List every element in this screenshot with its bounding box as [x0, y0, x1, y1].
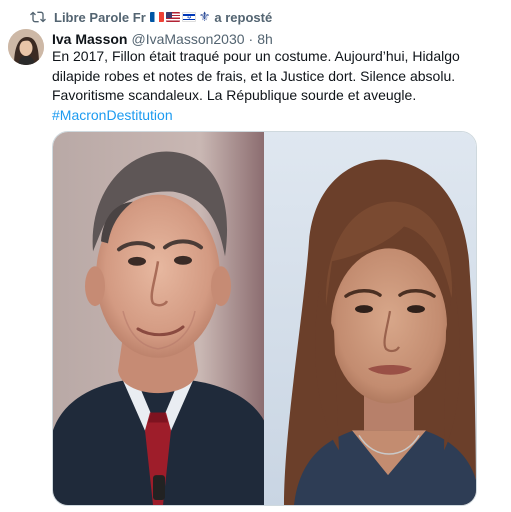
- tweet-header: Iva Masson @IvaMasson2030 · 8h: [52, 29, 273, 49]
- photo-woman-brown-hair[interactable]: [264, 132, 476, 505]
- tweet-text: En 2017, Fillon était traqué pour un cos…: [52, 47, 492, 125]
- hashtag-link[interactable]: #MacronDestitution: [52, 107, 173, 123]
- author-display-name[interactable]: Iva Masson: [52, 31, 127, 47]
- tweet-card[interactable]: Libre Parole Fr ✡ ⚜ a reposté Iva Masson…: [0, 0, 511, 512]
- separator-dot: ·: [248, 31, 254, 47]
- photo-man-suit-red-tie[interactable]: [53, 132, 264, 505]
- flag-israel-icon: ✡: [181, 12, 196, 22]
- tweet-body: En 2017, Fillon était traqué pour un cos…: [52, 48, 460, 103]
- avatar[interactable]: [8, 29, 44, 65]
- tweet-media[interactable]: [52, 131, 477, 506]
- tweet-timestamp[interactable]: 8h: [257, 31, 273, 47]
- flag-france-icon: [149, 12, 164, 22]
- repost-label: a reposté: [214, 9, 273, 25]
- flag-usa-icon: [165, 12, 180, 22]
- flag-emojis: ✡ ⚜: [149, 9, 211, 25]
- fleur-de-lis-icon: ⚜: [198, 9, 211, 24]
- author-handle[interactable]: @IvaMasson2030: [131, 31, 244, 47]
- repost-account-name[interactable]: Libre Parole Fr: [54, 10, 146, 25]
- repost-indicator[interactable]: Libre Parole Fr ✡ ⚜ a reposté: [30, 8, 272, 26]
- repost-icon: [30, 9, 46, 25]
